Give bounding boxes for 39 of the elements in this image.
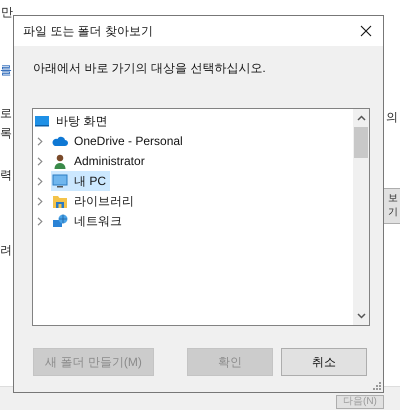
tree-item-label: 라이브러리: [74, 192, 134, 210]
tree-item-label: 바탕 화면: [56, 112, 108, 130]
background-text: 로: [0, 106, 12, 120]
tree-item[interactable]: Administrator: [51, 151, 149, 171]
expand-chevron-icon[interactable]: [37, 216, 43, 226]
monitor-icon: [52, 173, 68, 189]
tree-item[interactable]: OneDrive - Personal: [51, 131, 187, 151]
desktop-icon: [34, 113, 50, 129]
tree-item[interactable]: 바탕 화면: [33, 111, 112, 131]
background-text: 록: [0, 126, 12, 140]
background-text: 만: [1, 5, 13, 19]
scroll-down-icon[interactable]: [356, 313, 366, 319]
person-icon: [52, 153, 68, 169]
tree-item-label: 내 PC: [74, 172, 106, 190]
background-text: 려: [0, 243, 12, 257]
instruction-text: 아래에서 바로 가기의 대상을 선택하십시오.: [33, 60, 267, 77]
scroll-up-icon[interactable]: [356, 115, 366, 121]
tree-item-label: 네트워크: [74, 212, 122, 230]
scroll-thumb[interactable]: [354, 127, 368, 158]
close-icon[interactable]: [360, 25, 372, 37]
resize-grip-icon[interactable]: [372, 381, 381, 390]
scrollbar[interactable]: [353, 109, 369, 325]
folder-icon: [52, 193, 68, 209]
expand-chevron-icon[interactable]: [37, 196, 43, 206]
background-text: 의: [386, 110, 398, 124]
background-text: 력: [0, 168, 12, 182]
background-button[interactable]: 보기: [383, 188, 400, 224]
tree-item-label: Administrator: [74, 154, 145, 168]
expand-chevron-icon[interactable]: [37, 136, 43, 146]
network-icon: [52, 213, 68, 229]
tree-item-label: OneDrive - Personal: [74, 134, 183, 148]
background-link[interactable]: 를: [0, 63, 12, 77]
tree-item[interactable]: 네트워크: [51, 211, 126, 231]
tree-item[interactable]: 내 PC: [51, 171, 110, 191]
dialog-button[interactable]: 취소: [281, 348, 367, 376]
tree-item[interactable]: 라이브러리: [51, 191, 138, 211]
expand-chevron-icon[interactable]: [37, 156, 43, 166]
dialog-title: 파일 또는 폴더 찾아보기: [23, 22, 154, 40]
expand-chevron-icon[interactable]: [37, 176, 43, 186]
